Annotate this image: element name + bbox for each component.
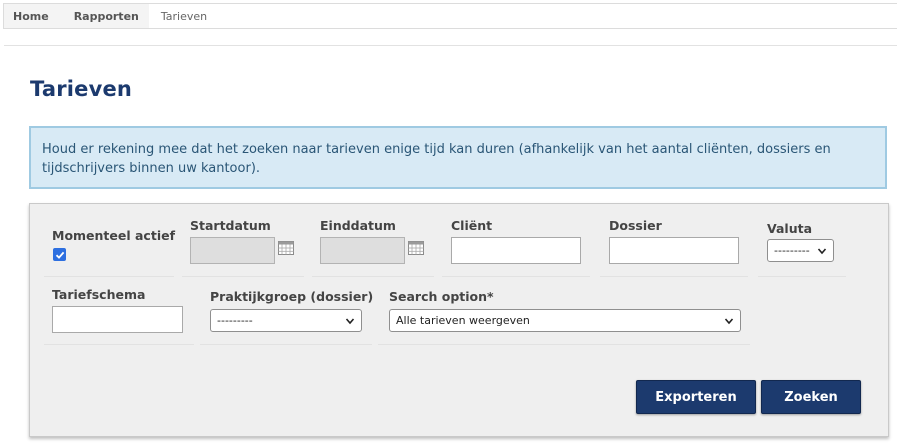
momenteel-actief-checkbox[interactable] [53, 248, 66, 261]
divider [442, 276, 590, 277]
breadcrumb-item-home[interactable]: Home [4, 4, 76, 28]
calendar-icon[interactable] [278, 241, 294, 255]
breadcrumb-rapporten-label: Rapporten [73, 9, 139, 23]
praktijkgroep-label: Praktijkgroep (dossier) [210, 289, 374, 304]
client-field[interactable] [451, 237, 581, 264]
dossier-field[interactable] [609, 237, 739, 264]
dossier-label: Dossier [609, 218, 662, 233]
valuta-selected: --------- [774, 244, 810, 257]
breadcrumb-home-label: Home [13, 9, 49, 23]
momenteel-actief-label: Momenteel actief [52, 228, 176, 243]
chevron-down-icon [817, 248, 827, 255]
startdatum-label: Startdatum [190, 218, 271, 233]
checkmark-icon [55, 251, 64, 259]
search-button[interactable]: Zoeken [761, 380, 861, 414]
breadcrumb-current-label: Tarieven [160, 9, 208, 23]
praktijkgroep-selected: --------- [217, 314, 253, 327]
einddatum-field[interactable] [320, 237, 405, 264]
valuta-label: Valuta [767, 221, 813, 236]
info-alert: Houd er rekening mee dat het zoeken naar… [29, 126, 887, 189]
tariefschema-field[interactable] [52, 306, 183, 333]
chevron-down-icon [345, 318, 355, 325]
page-title: Tarieven [30, 77, 133, 101]
divider [378, 344, 750, 345]
filter-panel: Momenteel actief Startdatum Einddatum Cl… [29, 203, 889, 437]
divider [44, 344, 194, 345]
search-option-label: Search option* [389, 289, 494, 304]
einddatum-label: Einddatum [320, 218, 396, 233]
chevron-down-icon [724, 318, 734, 325]
divider [182, 276, 304, 277]
breadcrumb: Home Rapporten Tarieven [3, 3, 897, 29]
info-message: Houd er rekening mee dat het zoeken naar… [42, 142, 831, 176]
breadcrumb-item-rapporten[interactable]: Rapporten [60, 4, 164, 28]
valuta-select[interactable]: --------- [767, 239, 834, 262]
divider [4, 45, 897, 46]
divider [200, 344, 372, 345]
search-option-select[interactable]: Alle tarieven weergeven [389, 309, 741, 332]
divider [44, 276, 174, 277]
breadcrumb-item-current: Tarieven [148, 4, 218, 28]
calendar-icon[interactable] [408, 241, 424, 255]
search-option-selected: Alle tarieven weergeven [396, 314, 530, 327]
divider [758, 276, 846, 277]
export-button[interactable]: Exporteren [636, 380, 756, 414]
divider [600, 276, 748, 277]
divider [312, 276, 434, 277]
praktijkgroep-select[interactable]: --------- [210, 309, 362, 332]
startdatum-field[interactable] [190, 237, 275, 264]
client-label: Cliënt [451, 218, 493, 233]
tariefschema-label: Tariefschema [52, 287, 146, 302]
